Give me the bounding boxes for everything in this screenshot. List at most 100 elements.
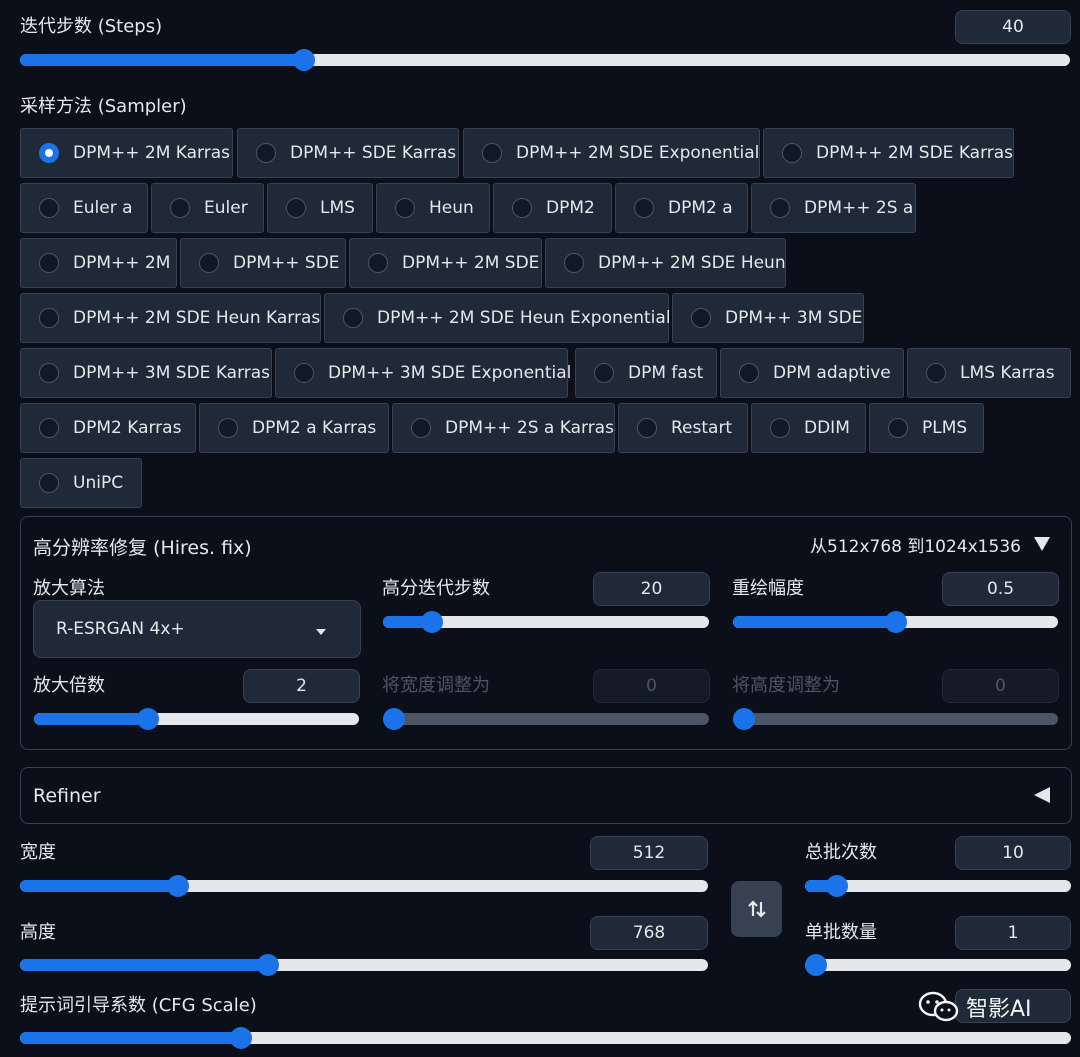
hires-steps-slider[interactable] [383, 611, 709, 633]
sampler-option[interactable]: DPM++ 2M SDE [349, 238, 542, 288]
radio-circle-icon [637, 418, 657, 438]
batch-count-slider[interactable] [805, 875, 1071, 897]
sampler-option[interactable]: DPM++ 2M SDE Heun Exponential [324, 293, 671, 343]
radio-circle-icon [199, 253, 219, 273]
sampler-option[interactable]: DPM adaptive [720, 348, 904, 398]
resize-width-label: 将宽度调整为 [382, 675, 490, 696]
height-input[interactable]: 768 [590, 916, 708, 950]
hires-steps-input[interactable]: 20 [593, 572, 710, 606]
sampler-option[interactable]: DPM2 a Karras [199, 403, 389, 453]
hires-steps-slider-thumb[interactable] [420, 611, 443, 633]
sampler-option[interactable]: DPM fast [575, 348, 717, 398]
sampler-option-label: DPM++ 2M SDE Heun Exponential [377, 308, 671, 328]
sampler-option-label: PLMS [922, 418, 968, 438]
swap-dimensions-button[interactable] [731, 881, 782, 937]
upscaler-select[interactable]: R-ESRGAN 4x+ [33, 600, 361, 658]
steps-slider-thumb[interactable] [292, 49, 315, 71]
refiner-panel[interactable] [20, 767, 1072, 824]
sampler-option[interactable]: DPM++ SDE [180, 238, 346, 288]
sampler-option-label: DPM++ 2M [73, 253, 171, 273]
sampler-option-label: DPM++ 2S a Karras [445, 418, 614, 438]
denoise-slider-thumb[interactable] [884, 611, 907, 633]
upscale-by-slider[interactable] [34, 708, 359, 730]
batch-size-input[interactable]: 1 [955, 916, 1071, 950]
sampler-option[interactable]: DPM++ 2M SDE Heun Karras [20, 293, 321, 343]
sampler-option[interactable]: DPM2 a [615, 183, 748, 233]
sampler-option-label: Heun [429, 198, 474, 218]
denoise-slider[interactable] [733, 611, 1058, 633]
batch-size-slider[interactable] [805, 954, 1071, 976]
sampler-option[interactable]: DPM++ 2S a [751, 183, 916, 233]
batch-count-input[interactable]: 10 [955, 836, 1071, 870]
cfg-scale-slider[interactable] [20, 1027, 1071, 1049]
batch-size-slider-thumb[interactable] [805, 954, 827, 976]
resize-width-slider[interactable] [383, 708, 709, 730]
sampler-option[interactable]: DPM++ 3M SDE Exponential [275, 348, 571, 398]
radio-circle-icon [294, 363, 314, 383]
width-slider-thumb[interactable] [167, 875, 190, 897]
sampler-option-label: DPM2 [546, 198, 595, 218]
sampler-option[interactable]: LMS Karras [907, 348, 1071, 398]
upscale-by-input[interactable]: 2 [243, 669, 360, 703]
sampler-option[interactable]: PLMS [869, 403, 984, 453]
radio-circle-icon [926, 363, 946, 383]
sampler-option[interactable]: DPM2 [493, 183, 612, 233]
sampler-option[interactable]: DPM++ 2S a Karras [392, 403, 615, 453]
height-slider[interactable] [20, 954, 708, 976]
hires-fix-summary: 从512x768 到1024x1536 [810, 537, 1021, 557]
collapse-triangle-icon[interactable] [1034, 537, 1050, 551]
sampler-option[interactable]: DPM++ 2M SDE Heun [545, 238, 786, 288]
sampler-option[interactable]: LMS [267, 183, 373, 233]
sampler-option[interactable]: DPM++ 3M SDE [672, 293, 864, 343]
radio-circle-icon [368, 253, 388, 273]
sampler-option[interactable]: DPM++ SDE Karras [237, 128, 459, 178]
sampler-option[interactable]: DPM++ 2M [20, 238, 177, 288]
refiner-title[interactable]: Refiner [33, 785, 101, 807]
upscale-by-slider-thumb[interactable] [136, 708, 159, 730]
sampler-option-label: DPM++ SDE [233, 253, 340, 273]
sampler-option[interactable]: Restart [618, 403, 748, 453]
width-input[interactable]: 512 [590, 836, 708, 870]
resize-width-slider-thumb[interactable] [383, 708, 405, 730]
steps-input[interactable]: 40 [955, 10, 1071, 44]
denoise-input[interactable]: 0.5 [942, 572, 1059, 606]
sampler-option-label: LMS [320, 198, 355, 218]
resize-height-slider-thumb[interactable] [733, 708, 755, 730]
sampler-option-label: LMS Karras [960, 363, 1055, 383]
resize-width-input[interactable]: 0 [593, 669, 710, 703]
sampler-option[interactable]: DPM++ 2M Karras [20, 128, 233, 178]
resize-height-slider[interactable] [733, 708, 1058, 730]
sampler-option[interactable]: UniPC [20, 458, 142, 508]
resize-height-input[interactable]: 0 [942, 669, 1059, 703]
sampler-option[interactable]: DPM++ 2M SDE Karras [763, 128, 1014, 178]
sampler-option[interactable]: DPM++ 2M SDE Exponential [463, 128, 760, 178]
radio-circle-icon [888, 418, 908, 438]
radio-circle-icon [39, 198, 59, 218]
chevron-down-icon [316, 629, 326, 635]
batch-count-slider-thumb[interactable] [825, 875, 848, 897]
sampler-option[interactable]: DPM2 Karras [20, 403, 196, 453]
hires-fix-title[interactable]: 高分辨率修复 (Hires. fix) [33, 533, 252, 560]
sampler-option[interactable]: Heun [376, 183, 490, 233]
sampler-option[interactable]: Euler [151, 183, 264, 233]
expand-triangle-icon[interactable] [1034, 787, 1050, 803]
batch-count-label: 总批次数 [805, 842, 877, 863]
cfg-scale-slider-thumb[interactable] [229, 1027, 252, 1049]
radio-circle-icon [343, 308, 363, 328]
hires-steps-label: 高分迭代步数 [382, 578, 490, 599]
radio-circle-icon [39, 308, 59, 328]
sampler-option-label: DPM++ SDE Karras [290, 143, 457, 163]
width-slider[interactable] [20, 875, 708, 897]
sampler-option[interactable]: Euler a [20, 183, 148, 233]
cfg-scale-label: 提示词引导系数 (CFG Scale) [20, 995, 257, 1016]
sampler-option[interactable]: DDIM [751, 403, 866, 453]
sampler-option[interactable]: DPM++ 3M SDE Karras [20, 348, 272, 398]
watermark-text: 智影AI [966, 997, 1032, 1022]
sampler-option-label: DPM adaptive [773, 363, 891, 383]
sampler-option-label: Euler [204, 198, 248, 218]
steps-slider[interactable] [20, 49, 1070, 71]
batch-size-label: 单批数量 [805, 922, 877, 943]
sampler-option-label: Restart [671, 418, 733, 438]
sampler-option-label: DPM++ 3M SDE Karras [73, 363, 271, 383]
height-slider-thumb[interactable] [256, 954, 279, 976]
